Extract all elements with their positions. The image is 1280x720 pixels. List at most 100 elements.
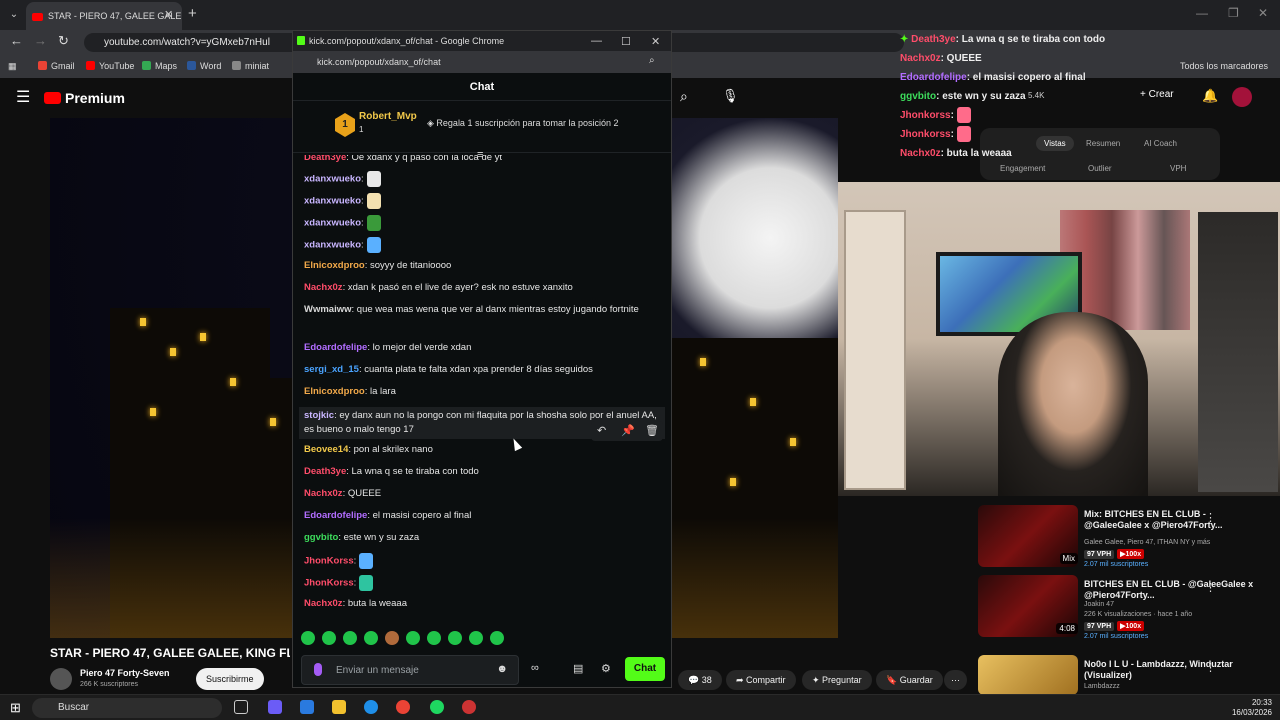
- chat-username[interactable]: Nachx0z: [304, 282, 343, 293]
- menu-icon[interactable]: ☰: [16, 87, 30, 107]
- new-tab-icon[interactable]: +: [188, 5, 197, 22]
- emote-icon[interactable]: [343, 631, 357, 645]
- minimize-icon[interactable]: —: [591, 35, 602, 47]
- chat-username[interactable]: Elnicoxdproo: [304, 260, 365, 271]
- chrome-icon[interactable]: [396, 700, 410, 714]
- more-icon[interactable]: ⋮: [1205, 511, 1216, 524]
- bell-icon[interactable]: 🔔: [1202, 88, 1218, 104]
- share-button[interactable]: ➦ Compartir: [726, 670, 796, 690]
- chat-username[interactable]: JhonKorss: [304, 556, 354, 567]
- folder-icon[interactable]: [332, 700, 346, 714]
- chat-username[interactable]: sergi_xd_15: [304, 364, 359, 375]
- spotify-icon[interactable]: [430, 700, 444, 714]
- settings-icon[interactable]: ⚙: [601, 662, 611, 675]
- avatar[interactable]: [1232, 87, 1252, 107]
- chat-username[interactable]: stojkic: [304, 410, 334, 421]
- chat-username[interactable]: Wwmaiww: [304, 304, 352, 315]
- app-icon[interactable]: [462, 700, 476, 714]
- taskbar-search[interactable]: Buscar: [32, 698, 222, 718]
- tab-outlier[interactable]: Outlier: [1088, 164, 1112, 173]
- pin-icon[interactable]: 📌: [621, 424, 635, 437]
- mic-icon[interactable]: 🎙: [722, 88, 739, 104]
- tab-vph[interactable]: VPH: [1170, 164, 1186, 173]
- pinned-user[interactable]: Robert_Mvp: [359, 111, 417, 122]
- chat-username[interactable]: Nachx0z: [304, 488, 343, 499]
- clock[interactable]: 20:33 16/03/2026: [1232, 698, 1272, 718]
- bookmark-miniat[interactable]: miniat: [232, 61, 269, 71]
- close-window-icon[interactable]: ✕: [1258, 6, 1268, 20]
- close-icon[interactable]: ✕: [651, 35, 660, 48]
- reload-icon[interactable]: ↻: [58, 33, 69, 49]
- related-video[interactable]: Mix Mix: BITCHES EN EL CLUB - @GaleeGale…: [978, 505, 1280, 568]
- chat-username[interactable]: xdanxwueko: [304, 218, 361, 229]
- emote-icon[interactable]: [301, 631, 315, 645]
- tab-engagement[interactable]: Engagement: [1000, 164, 1045, 173]
- ask-button[interactable]: ✦ Preguntar: [802, 670, 872, 690]
- store-icon[interactable]: ▤: [573, 662, 583, 675]
- subscribe-button[interactable]: Suscribirme: [196, 668, 264, 690]
- tab-ai-coach[interactable]: AI Coach: [1144, 139, 1177, 148]
- create-button[interactable]: + Crear: [1140, 89, 1174, 100]
- store-icon[interactable]: [300, 700, 314, 714]
- related-video[interactable]: No0o I L U - Lambdazzz, Winduztar (Visua…: [978, 655, 1280, 695]
- chat-username[interactable]: Elnicoxdproo: [304, 386, 365, 397]
- mic-icon[interactable]: [314, 663, 322, 676]
- all-bookmarks[interactable]: Todos los marcadores: [1180, 61, 1268, 71]
- emote-icon[interactable]: [322, 631, 336, 645]
- search-icon[interactable]: ⌕: [680, 88, 688, 105]
- close-tab-icon[interactable]: ✕: [164, 8, 173, 21]
- chat-username[interactable]: Death3ye: [304, 466, 346, 477]
- chat-username[interactable]: JhonKorss: [304, 578, 354, 589]
- chat-username[interactable]: Death3ye: [304, 155, 346, 163]
- copilot-icon[interactable]: [268, 700, 282, 714]
- emote-icon[interactable]: [406, 631, 420, 645]
- bookmark-maps[interactable]: Maps: [142, 61, 177, 71]
- related-video[interactable]: 4:08 BITCHES EN EL CLUB - @GaleeGalee x …: [978, 575, 1280, 640]
- chat-username[interactable]: Nachx0z: [304, 598, 343, 609]
- send-chat-button[interactable]: Chat: [625, 657, 665, 681]
- maximize-icon[interactable]: ☐: [621, 35, 631, 48]
- window-light: [140, 318, 146, 326]
- emote-icon[interactable]: [490, 631, 504, 645]
- channel-avatar[interactable]: [50, 668, 72, 690]
- chat-username[interactable]: xdanxwueko: [304, 240, 361, 251]
- back-icon[interactable]: ←: [10, 33, 23, 48]
- bookmark-gmail[interactable]: Gmail: [38, 61, 75, 71]
- apps-icon[interactable]: ▦: [8, 61, 17, 72]
- more-actions-icon[interactable]: ⋯: [944, 670, 967, 690]
- edge-icon[interactable]: [364, 700, 378, 714]
- more-icon[interactable]: ⋮: [1205, 581, 1216, 594]
- chat-username[interactable]: Beovee14: [304, 444, 348, 455]
- emoji-icon[interactable]: ☻: [496, 663, 508, 675]
- chat-username[interactable]: ggvbito: [304, 532, 338, 543]
- maximize-icon[interactable]: ❐: [1228, 6, 1239, 20]
- reply-icon[interactable]: ↶: [597, 424, 606, 437]
- start-icon[interactable]: ⊞: [10, 700, 21, 716]
- forward-icon[interactable]: →: [34, 33, 47, 48]
- browser-tab[interactable]: STAR - PIERO 47, GALEE GALEE, KING FLY (…: [26, 2, 182, 30]
- chat-username[interactable]: Edoardofelipe: [304, 342, 367, 353]
- comments-button[interactable]: 💬 38: [678, 670, 722, 690]
- chat-username[interactable]: Edoardofelipe: [304, 510, 367, 521]
- emote-icon[interactable]: [427, 631, 441, 645]
- emote-icon[interactable]: [469, 631, 483, 645]
- chat-username[interactable]: xdanxwueko: [304, 174, 361, 185]
- save-button[interactable]: 🔖 Guardar: [876, 670, 943, 690]
- emote-icon[interactable]: [448, 631, 462, 645]
- zoom-icon[interactable]: ⌕: [649, 55, 655, 66]
- popout-url[interactable]: kick.com/popout/xdanx_of/chat: [293, 51, 671, 73]
- bookmark-youtube[interactable]: YouTube: [86, 61, 134, 71]
- minimize-icon[interactable]: —: [1196, 6, 1208, 20]
- tab-search-icon[interactable]: ⌄: [4, 5, 24, 25]
- delete-icon[interactable]: 🗑: [645, 424, 659, 437]
- kicks-icon[interactable]: ∞: [531, 662, 539, 674]
- emote-icon[interactable]: [385, 631, 399, 645]
- more-icon[interactable]: ⋮: [1205, 661, 1216, 674]
- youtube-logo[interactable]: Premium: [44, 90, 125, 106]
- chat-username[interactable]: xdanxwueko: [304, 196, 361, 207]
- chat-input[interactable]: Enviar un mensaje ☻: [301, 655, 519, 685]
- bookmark-word[interactable]: Word: [187, 61, 221, 71]
- channel-name[interactable]: Piero 47 Forty-Seven: [80, 668, 170, 678]
- emote-icon[interactable]: [364, 631, 378, 645]
- task-view-icon[interactable]: [234, 700, 248, 714]
